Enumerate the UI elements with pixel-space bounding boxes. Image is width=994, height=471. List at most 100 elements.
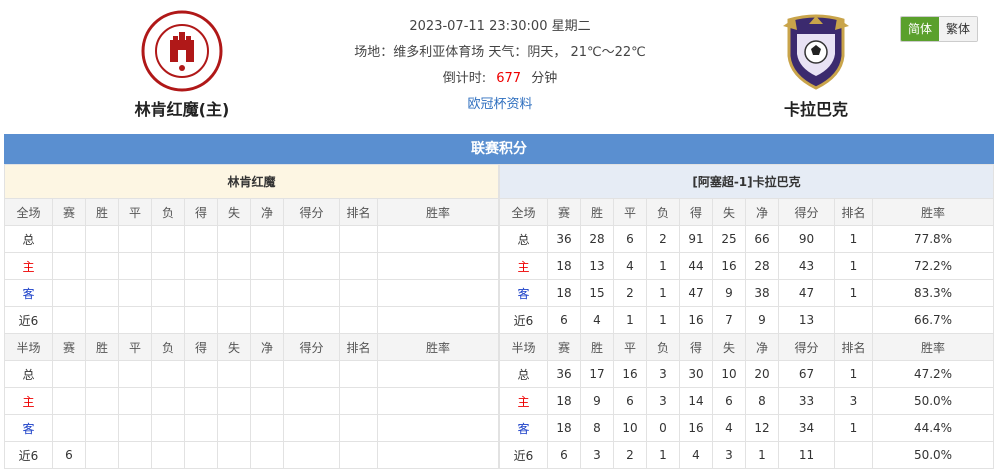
table-cell bbox=[250, 414, 284, 442]
column-header: 得分 bbox=[283, 333, 340, 361]
table-cell: 11 bbox=[778, 441, 835, 469]
row-label: 客 bbox=[499, 414, 548, 442]
lang-simplified-button[interactable]: 简体 bbox=[901, 17, 939, 41]
table-cell bbox=[85, 225, 119, 253]
table-cell bbox=[217, 306, 251, 334]
table-row: 客 18 15 2 1 47 9 38 47 1 83.3% bbox=[499, 279, 994, 307]
table-cell: 16 bbox=[613, 360, 647, 388]
table-cell: 50.0% bbox=[872, 441, 994, 469]
column-header: 净 bbox=[745, 333, 779, 361]
column-header: 胜 bbox=[580, 333, 614, 361]
column-header: 全场 bbox=[499, 198, 548, 226]
column-header: 胜率 bbox=[872, 333, 994, 361]
table-cell: 18 bbox=[547, 279, 581, 307]
table-cell: 1 bbox=[646, 279, 680, 307]
full-header-row: 全场赛胜平负得失净得分 排名 胜率 bbox=[4, 198, 499, 226]
table-cell: 33 bbox=[778, 387, 835, 415]
table-cell: 3 bbox=[834, 387, 873, 415]
competition-link[interactable]: 欧冠杯资料 bbox=[300, 92, 700, 118]
table-cell bbox=[52, 387, 86, 415]
table-cell: 66.7% bbox=[872, 306, 994, 334]
table-row: 近6 6 bbox=[4, 441, 499, 469]
table-cell bbox=[250, 441, 284, 469]
table-cell bbox=[184, 252, 218, 280]
table-cell bbox=[184, 441, 218, 469]
table-cell: 36 bbox=[547, 225, 581, 253]
row-label: 主 bbox=[499, 387, 548, 415]
table-cell bbox=[184, 387, 218, 415]
home-team-name: 林肯红魔(主) bbox=[134, 100, 230, 119]
table-cell bbox=[184, 306, 218, 334]
table-cell bbox=[184, 414, 218, 442]
table-cell bbox=[151, 279, 185, 307]
table-cell: 47 bbox=[778, 279, 835, 307]
countdown-unit: 分钟 bbox=[531, 71, 558, 86]
table-cell bbox=[283, 441, 340, 469]
table-cell: 4 bbox=[712, 414, 746, 442]
row-label: 总 bbox=[499, 360, 548, 388]
table-cell bbox=[85, 252, 119, 280]
table-cell bbox=[377, 306, 499, 334]
row-label: 近6 bbox=[499, 441, 548, 469]
column-header: 失 bbox=[712, 198, 746, 226]
table-cell: 12 bbox=[745, 414, 779, 442]
table-cell: 44.4% bbox=[872, 414, 994, 442]
table-cell bbox=[151, 387, 185, 415]
table-row: 主 bbox=[4, 252, 499, 280]
away-team-logo bbox=[775, 10, 857, 92]
table-cell: 3 bbox=[646, 360, 680, 388]
table-cell: 17 bbox=[580, 360, 614, 388]
home-team-logo bbox=[141, 10, 223, 92]
match-info: 2023-07-11 23:30:00 星期二 场地：维多利亚体育场 天气：阴天… bbox=[300, 14, 700, 118]
lang-traditional-button[interactable]: 繁体 bbox=[939, 17, 977, 41]
away-standings: [阿塞超-1]卡拉巴克 全场赛胜平负得失净得分 排名 胜率总 36 28 6 2 91 25 66 9… bbox=[499, 164, 994, 469]
column-header: 平 bbox=[613, 198, 647, 226]
row-label: 近6 bbox=[499, 306, 548, 334]
half-header-row: 半场赛胜平负得失净得分 排名 胜率 bbox=[499, 333, 994, 361]
table-row: 近6 6 4 1 1 16 7 9 13 66.7% bbox=[499, 306, 994, 334]
table-row: 总 bbox=[4, 225, 499, 253]
row-label: 近6 bbox=[4, 306, 53, 334]
column-header: 胜率 bbox=[377, 198, 499, 226]
table-cell bbox=[250, 279, 284, 307]
table-cell: 2 bbox=[613, 279, 647, 307]
table-cell bbox=[377, 414, 499, 442]
away-team-title-row: [阿塞超-1]卡拉巴克 bbox=[499, 164, 994, 199]
row-label: 总 bbox=[4, 360, 53, 388]
table-cell bbox=[339, 306, 378, 334]
table-cell: 6 bbox=[547, 441, 581, 469]
column-header: 得 bbox=[184, 198, 218, 226]
table-cell bbox=[250, 360, 284, 388]
column-header: 赛 bbox=[52, 198, 86, 226]
table-cell bbox=[52, 306, 86, 334]
table-cell bbox=[151, 360, 185, 388]
table-cell bbox=[118, 306, 152, 334]
away-team-title: [阿塞超-1]卡拉巴克 bbox=[499, 164, 994, 199]
table-cell: 18 bbox=[547, 414, 581, 442]
countdown-value: 677 bbox=[496, 71, 522, 86]
table-cell bbox=[85, 441, 119, 469]
away-team-name: 卡拉巴克 bbox=[783, 100, 848, 119]
standings-section: 联赛积分 林肯红魔 全场赛胜平负得失净得分 排名 胜率总主客近6 半场赛胜平负得失净得分… bbox=[4, 134, 994, 469]
table-cell: 1 bbox=[745, 441, 779, 469]
table-cell: 13 bbox=[580, 252, 614, 280]
home-team: 林肯红魔(主) bbox=[112, 10, 252, 120]
table-cell: 6 bbox=[547, 306, 581, 334]
column-header: 全场 bbox=[4, 198, 53, 226]
table-cell bbox=[217, 225, 251, 253]
table-cell: 83.3% bbox=[872, 279, 994, 307]
table-cell: 20 bbox=[745, 360, 779, 388]
table-cell: 6 bbox=[712, 387, 746, 415]
table-cell: 9 bbox=[745, 306, 779, 334]
row-label: 总 bbox=[499, 225, 548, 253]
countdown-label: 倒计时: bbox=[442, 71, 487, 86]
table-cell: 3 bbox=[712, 441, 746, 469]
table-cell bbox=[151, 225, 185, 253]
table-cell bbox=[217, 360, 251, 388]
row-label: 主 bbox=[4, 387, 53, 415]
home-standings-table: 林肯红魔 全场赛胜平负得失净得分 排名 胜率总主客近6 半场赛胜平负得失净得分 排名 胜率总… bbox=[4, 164, 499, 469]
column-header: 胜率 bbox=[872, 198, 994, 226]
table-cell bbox=[118, 360, 152, 388]
table-cell bbox=[283, 306, 340, 334]
full-header-row: 全场赛胜平负得失净得分 排名 胜率 bbox=[499, 198, 994, 226]
